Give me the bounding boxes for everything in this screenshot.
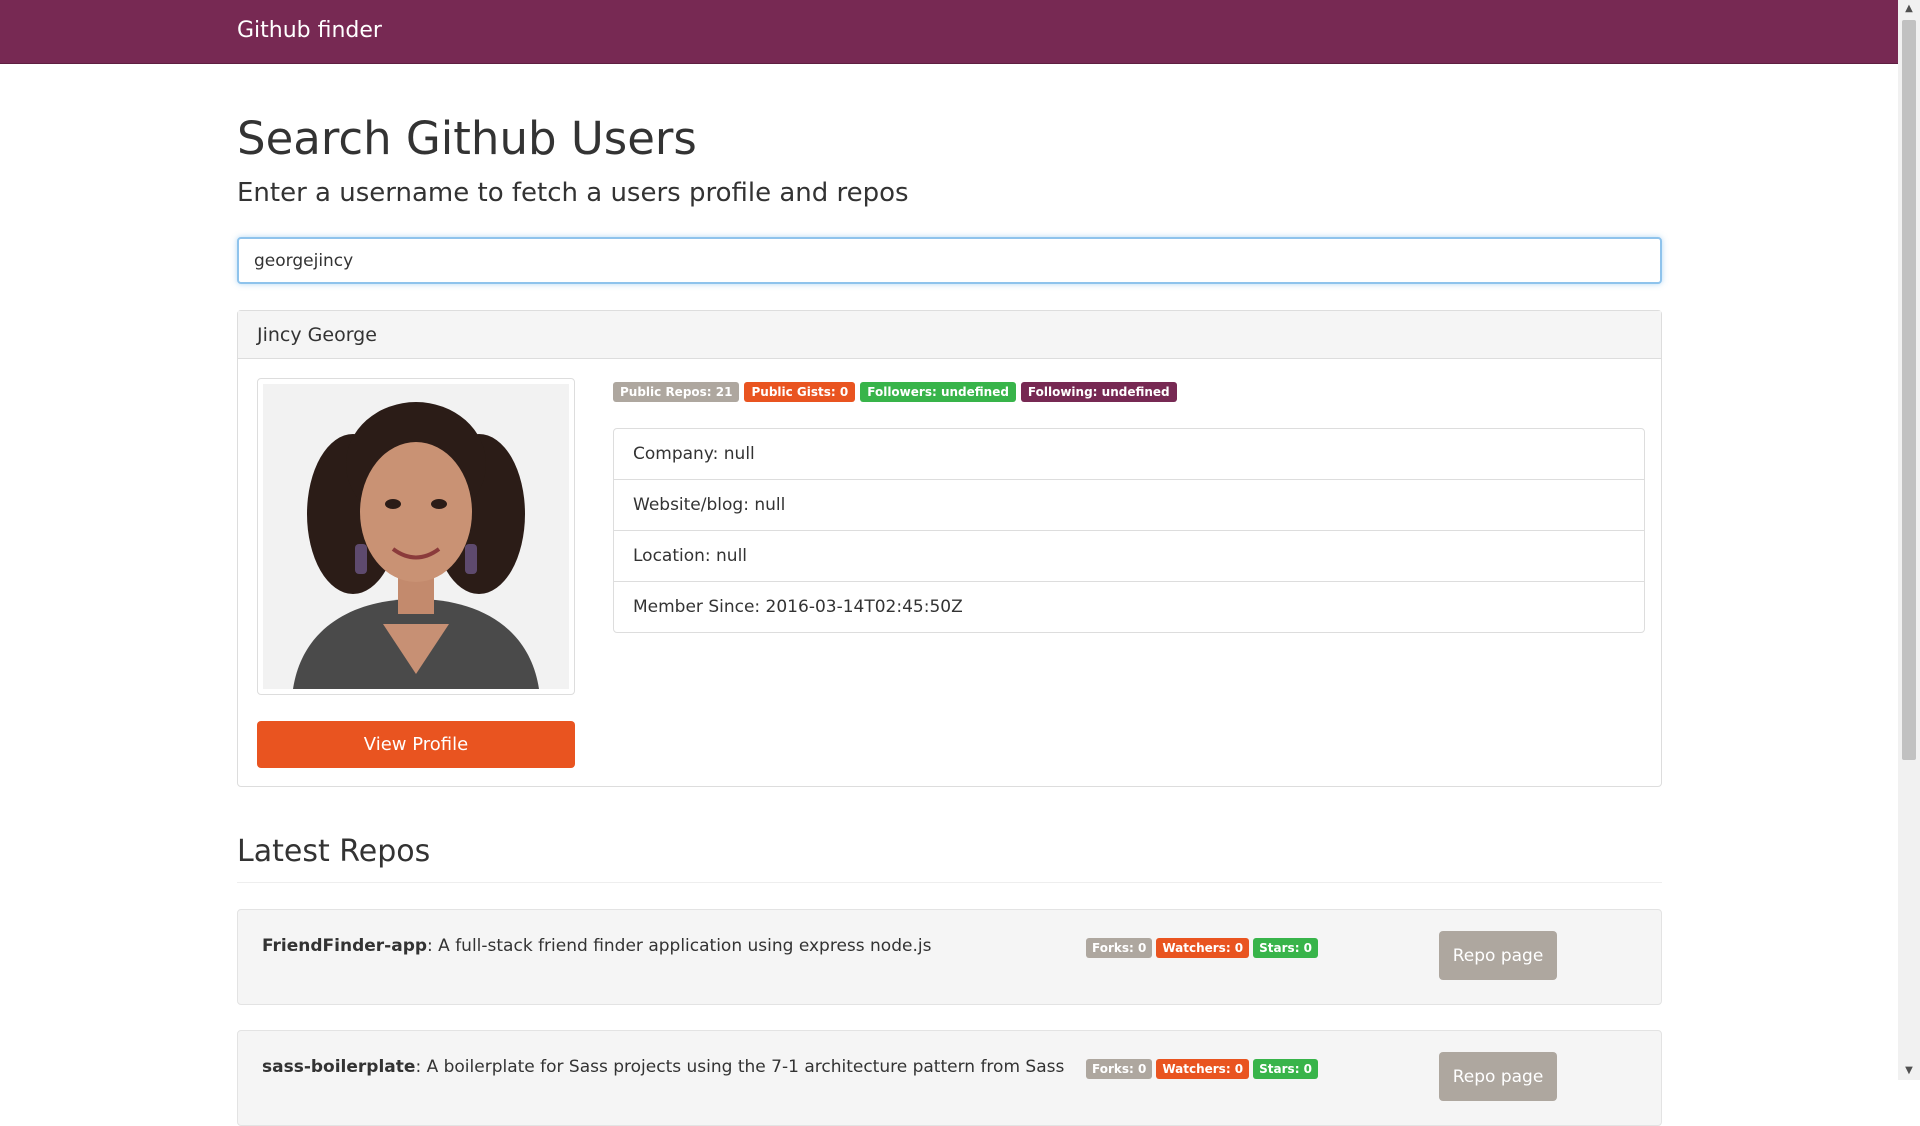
avatar [257, 378, 575, 695]
repo-name: sass-boilerplate [262, 1057, 416, 1077]
watchers-badge: Watchers: 0 [1156, 938, 1250, 958]
watchers-badge: Watchers: 0 [1156, 1059, 1250, 1079]
profile-card: Jincy George View Profile Public Repos: … [237, 310, 1662, 787]
profile-name: Jincy George [238, 311, 1661, 359]
repo-page-button[interactable]: Repo page [1439, 1052, 1557, 1101]
repo-description: : A boilerplate for Sass projects using … [415, 1057, 1065, 1077]
repo-summary: FriendFinder-app: A full-stack friend fi… [262, 936, 931, 956]
navbar: Github finder [0, 0, 1898, 64]
profile-details-list: Company: null Website/blog: null Locatio… [613, 428, 1645, 633]
scroll-up-arrow-icon[interactable]: ▲ [1898, 0, 1920, 18]
company-item: Company: null [614, 429, 1644, 480]
repo-stats-badges: Forks: 0 Watchers: 0 Stars: 0 [1086, 938, 1319, 958]
public-repos-badge: Public Repos: 21 [613, 382, 740, 402]
repo-name: FriendFinder-app [262, 936, 428, 956]
repo-summary: sass-boilerplate: A boilerplate for Sass… [262, 1057, 1064, 1077]
stars-badge: Stars: 0 [1253, 938, 1319, 958]
repo-item: FriendFinder-app: A full-stack friend fi… [237, 909, 1662, 1005]
avatar-photo [263, 384, 569, 689]
public-gists-badge: Public Gists: 0 [744, 382, 856, 402]
page-subtitle: Enter a username to fetch a users profil… [237, 178, 909, 208]
repo-page-button[interactable]: Repo page [1439, 931, 1557, 980]
website-item: Website/blog: null [614, 480, 1644, 531]
followers-badge: Followers: undefined [860, 382, 1016, 402]
forks-badge: Forks: 0 [1086, 1059, 1153, 1079]
latest-repos-heading: Latest Repos [237, 834, 431, 869]
following-badge: Following: undefined [1020, 382, 1177, 402]
repo-item: sass-boilerplate: A boilerplate for Sass… [237, 1030, 1662, 1126]
location-item: Location: null [614, 531, 1644, 582]
divider [237, 882, 1662, 883]
forks-badge: Forks: 0 [1086, 938, 1153, 958]
navbar-brand[interactable]: Github finder [237, 18, 382, 43]
page-title: Search Github Users [237, 112, 697, 165]
member-since-item: Member Since: 2016-03-14T02:45:50Z [633, 597, 963, 617]
page-scrollbar[interactable]: ▲ ▼ [1898, 0, 1920, 1080]
profile-stats-badges: Public Repos: 21 Public Gists: 0 Followe… [613, 382, 1177, 402]
scrollbar-thumb[interactable] [1902, 20, 1916, 760]
repo-description: : A full-stack friend finder application… [427, 936, 932, 956]
repo-stats-badges: Forks: 0 Watchers: 0 Stars: 0 [1086, 1059, 1319, 1079]
view-profile-button[interactable]: View Profile [257, 721, 575, 768]
search-user-input[interactable] [237, 237, 1662, 284]
scroll-down-arrow-icon[interactable]: ▼ [1898, 1062, 1920, 1080]
stars-badge: Stars: 0 [1253, 1059, 1319, 1079]
